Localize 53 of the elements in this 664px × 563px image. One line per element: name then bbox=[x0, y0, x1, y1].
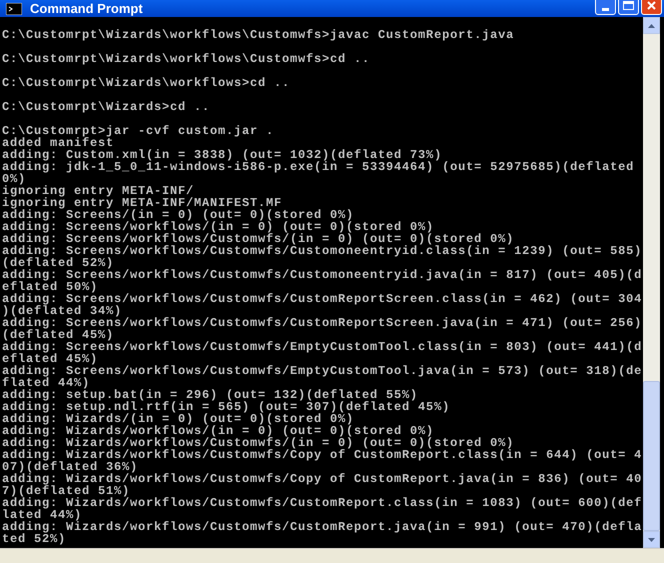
console-line: adding: Wizards/workflows/Customwfs/(in = 0) (out= 0)(stored 0%) bbox=[2, 437, 514, 449]
console-line: C:\Customrpt\Wizards\workflows\Customwfs>javac CustomReport.java bbox=[2, 29, 514, 41]
window-title: Command Prompt bbox=[30, 1, 143, 16]
console-line: eflated 45%) bbox=[2, 353, 98, 365]
console-line: adding: setup.ndl.rtf(in = 565) (out= 307)(deflated 45%) bbox=[2, 401, 450, 413]
console-line: flated 44%) bbox=[2, 377, 90, 389]
console-line: 07)(deflated 36%) bbox=[2, 461, 138, 473]
console-line: 7)(deflated 51%) bbox=[2, 485, 130, 497]
console-line: adding: Screens/(in = 0) (out= 0)(stored 0%) bbox=[2, 209, 354, 221]
console-line: )(deflated 34%) bbox=[2, 305, 122, 317]
console-line: adding: Wizards/workflows/Customwfs/CustomReport.java(in = 991) (out= 470)(defla bbox=[2, 521, 642, 533]
console-line: adding: jdk-1_5_0_11-windows-i586-p.exe(in = 53394464) (out= 52975685)(deflated bbox=[2, 161, 634, 173]
console-line: C:\Customrpt\Wizards\workflows\Customwfs>cd .. bbox=[2, 53, 370, 65]
console-line: adding: Screens/workflows/Customwfs/Customoneentryid.java(in = 817) (out= 405)(d bbox=[2, 269, 642, 281]
console-line: adding: Screens/workflows/Customwfs/EmptyCustomTool.class(in = 803) (out= 441)(d bbox=[2, 341, 642, 353]
close-icon bbox=[647, 1, 656, 10]
console-line: adding: Wizards/workflows/Customwfs/CustomReport.class(in = 1083) (out= 600)(def bbox=[2, 497, 642, 509]
console-line: ignoring entry META-INF/MANIFEST.MF bbox=[2, 197, 282, 209]
console-line: C:\Customrpt>jar -cvf custom.jar . bbox=[2, 125, 274, 137]
console-line: adding: Wizards/workflows/Customwfs/Copy of CustomReport.java(in = 836) (out= 40 bbox=[2, 473, 642, 485]
console-line: adding: Wizards/workflows/Customwfs/Copy of CustomReport.class(in = 644) (out= 4 bbox=[2, 449, 642, 461]
console-line: adding: setup.bat(in = 296) (out= 132)(deflated 55%) bbox=[2, 389, 418, 401]
console-line: (deflated 52%) bbox=[2, 257, 114, 269]
scrollbar-thumb[interactable] bbox=[643, 381, 660, 531]
console-line: C:\Customrpt\Wizards\workflows>cd .. bbox=[2, 77, 290, 89]
console-line: adding: Wizards/workflows/(in = 0) (out= 0)(stored 0%) bbox=[2, 425, 434, 437]
maximize-icon bbox=[623, 1, 634, 10]
maximize-button[interactable] bbox=[618, 0, 639, 15]
console-line: adding: Screens/workflows/Customwfs/Customoneentryid.class(in = 1239) (out= 585) bbox=[2, 245, 642, 257]
up-arrow-icon bbox=[648, 24, 655, 28]
console-line: ignoring entry META-INF/ bbox=[2, 185, 194, 197]
console-line: ted 52%) bbox=[2, 533, 66, 545]
console-line: adding: Screens/workflows/Customwfs/(in = 0) (out= 0)(stored 0%) bbox=[2, 233, 514, 245]
terminal-icon bbox=[6, 2, 22, 14]
console-line: eflated 50%) bbox=[2, 281, 98, 293]
scroll-down-button[interactable] bbox=[643, 531, 660, 548]
console-line: (deflated 45%) bbox=[2, 329, 114, 341]
console-line: adding: Custom.xml(in = 3838) (out= 1032)(deflated 73%) bbox=[2, 149, 442, 161]
console-line: adding: Screens/workflows/Customwfs/CustomReportScreen.java(in = 471) (out= 256) bbox=[2, 317, 642, 329]
minimize-button[interactable] bbox=[595, 0, 616, 15]
close-button[interactable] bbox=[641, 0, 662, 15]
console-line: adding: Screens/workflows/(in = 0) (out= 0)(stored 0%) bbox=[2, 221, 434, 233]
console-line: added manifest bbox=[2, 137, 114, 149]
console-line: 0%) bbox=[2, 173, 26, 185]
console-line: adding: Screens/workflows/Customwfs/EmptyCustomTool.java(in = 573) (out= 318)(de bbox=[2, 365, 642, 377]
scroll-up-button[interactable] bbox=[643, 17, 660, 34]
minimize-icon bbox=[602, 8, 609, 11]
console-line: C:\Customrpt\Wizards>cd .. bbox=[2, 101, 210, 113]
down-arrow-icon bbox=[648, 538, 655, 542]
console-line: adding: Wizards/(in = 0) (out= 0)(stored 0%) bbox=[2, 413, 354, 425]
scrollbar[interactable] bbox=[643, 17, 660, 548]
console-line: adding: Screens/workflows/Customwfs/CustomReportScreen.class(in = 462) (out= 304 bbox=[2, 293, 642, 305]
console-line: lated 44%) bbox=[2, 509, 82, 521]
